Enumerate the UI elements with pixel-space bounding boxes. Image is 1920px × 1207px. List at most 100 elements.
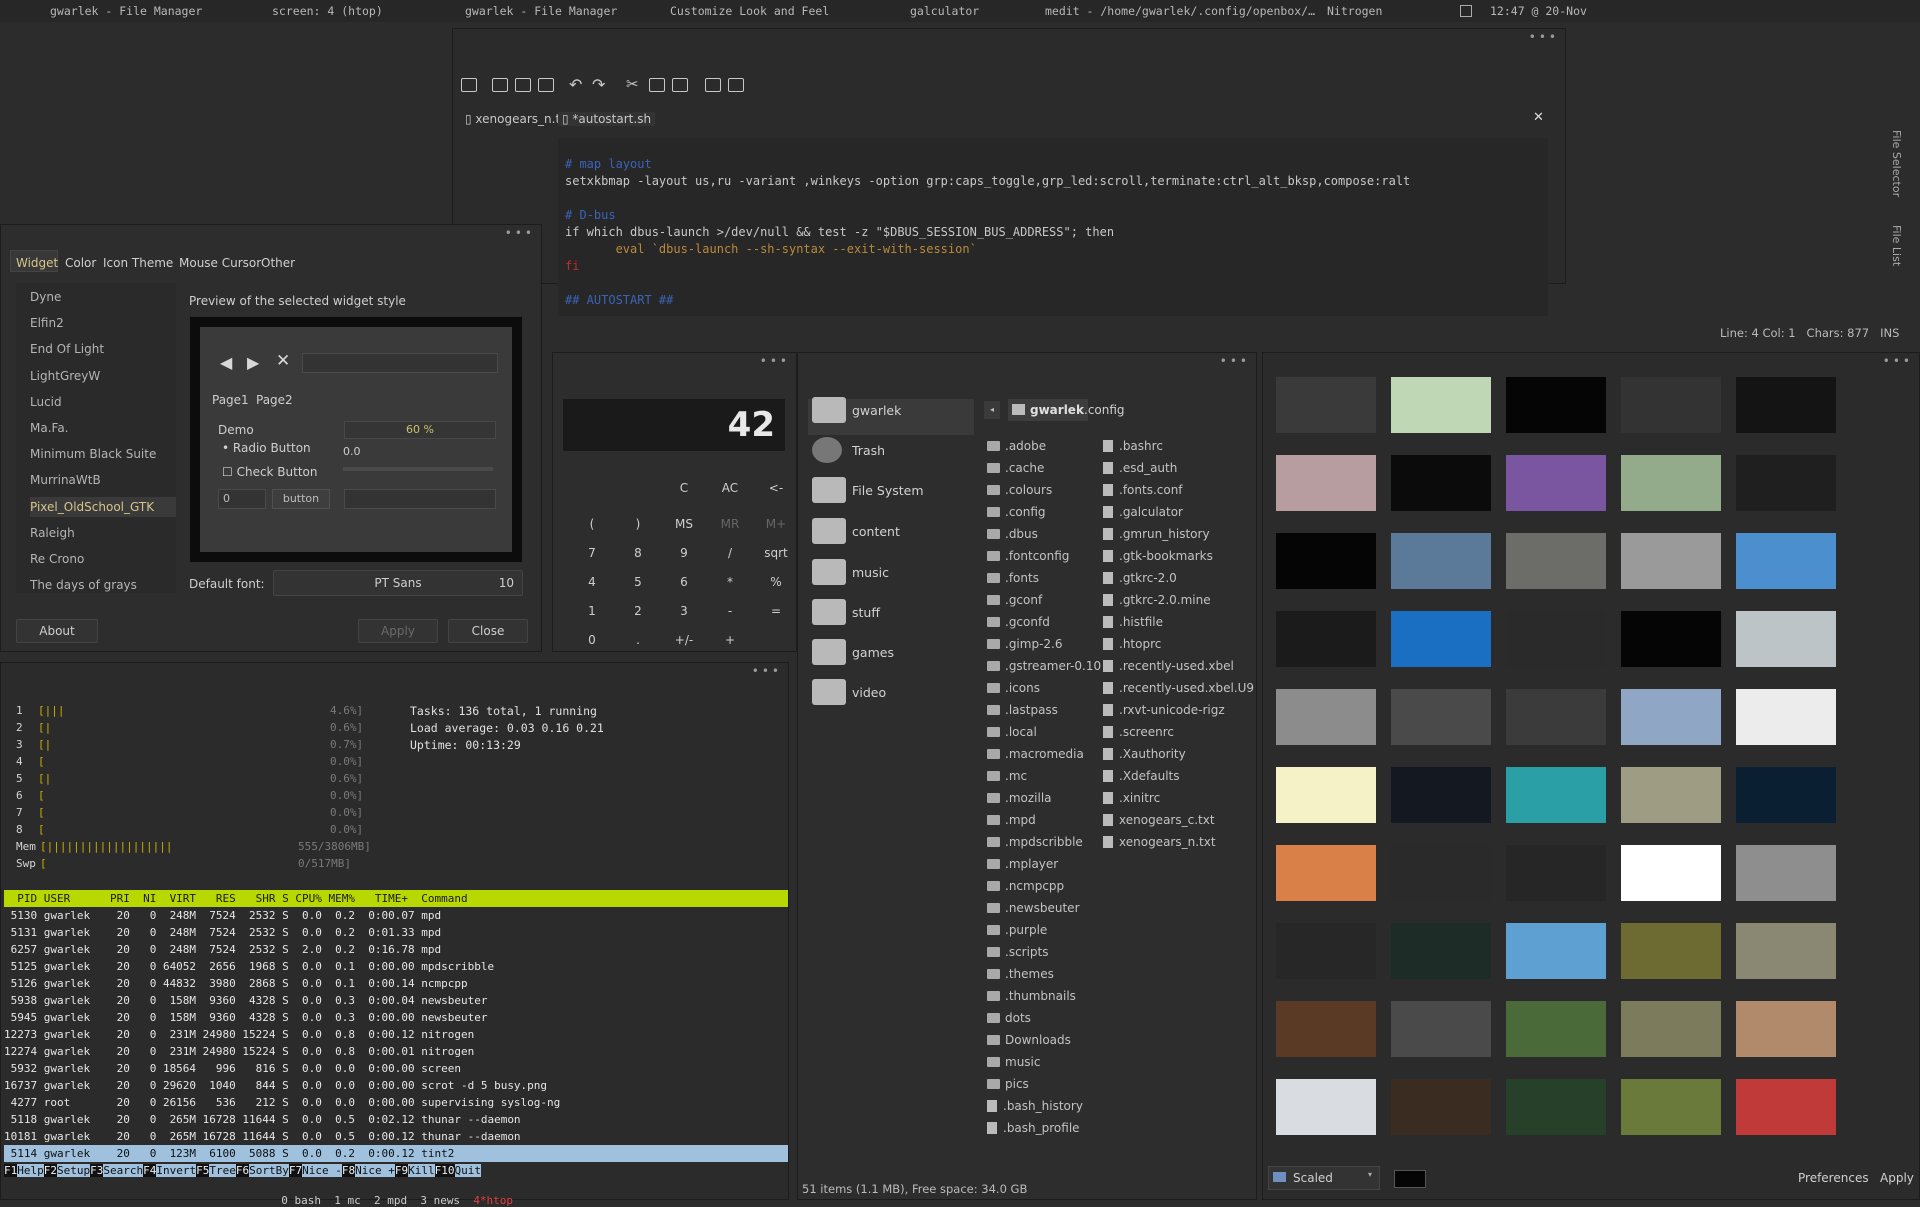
calc-key[interactable]: +/- [665,629,703,651]
wallpaper-thumbnail[interactable] [1276,377,1376,433]
process-row[interactable]: 4277 root 20 0 26156 536 212 S 0.0 0.0 0… [4,1094,788,1111]
fkey-number[interactable]: F2 [43,1164,57,1177]
file-item[interactable]: .thumbnails [987,989,1076,1003]
save-as-icon[interactable] [538,78,554,92]
calc-key[interactable]: / [711,542,749,564]
file-item[interactable]: Downloads [987,1033,1071,1047]
wallpaper-thumbnail[interactable] [1736,377,1836,433]
calc-key[interactable]: sqrt [757,542,795,564]
file-item[interactable]: .recently-used.xbel.U9 [1103,681,1254,695]
find-icon[interactable] [705,78,721,92]
calc-key[interactable]: AC [711,477,749,499]
fkey-label[interactable]: Tree [209,1164,236,1177]
fkey-number[interactable]: F7 [288,1164,303,1177]
file-item[interactable]: .htoprc [1103,637,1161,651]
calc-key[interactable]: 2 [619,600,657,622]
wallpaper-thumbnail[interactable] [1391,1001,1491,1057]
place-item[interactable]: video [852,685,886,700]
copy-icon[interactable] [649,78,665,92]
font-picker-button[interactable]: PT Sans 10 [273,570,523,596]
fkey-number[interactable]: F5 [196,1164,210,1177]
side-tab-file-list[interactable]: File List [1890,225,1903,266]
fkey-number[interactable]: F10 [434,1164,455,1177]
wallpaper-thumbnail[interactable] [1391,923,1491,979]
file-item[interactable]: .Xdefaults [1103,769,1180,783]
process-row[interactable]: 12273 gwarlek 20 0 231M 24980 15224 S 0.… [4,1026,788,1043]
theme-item[interactable]: Elfin2 [30,316,64,330]
side-tab-file-selector[interactable]: File Selector [1890,130,1903,197]
wallpaper-thumbnail[interactable] [1621,767,1721,823]
process-row[interactable]: 5945 gwarlek 20 0 158M 9360 4328 S 0.0 0… [4,1009,788,1026]
wallpaper-thumbnail[interactable] [1736,845,1836,901]
process-row[interactable]: 16737 gwarlek 20 0 29620 1040 844 S 0.0 … [4,1077,788,1094]
task-item[interactable]: Nitrogen [1327,4,1382,18]
calc-key[interactable]: 8 [619,542,657,564]
file-item[interactable]: pics [987,1077,1029,1091]
file-item[interactable]: .mpd [987,813,1036,827]
apply-wallpaper-button[interactable]: Apply [1880,1171,1914,1185]
wallpaper-thumbnail[interactable] [1621,1001,1721,1057]
fkey-label[interactable]: Invert [156,1164,197,1177]
tab-other[interactable]: Other [261,256,295,270]
file-item[interactable]: .screenrc [1103,725,1174,739]
place-item[interactable]: games [852,645,894,660]
theme-item[interactable]: MurrinaWtB [30,473,101,487]
file-item[interactable]: .local [987,725,1037,739]
preferences-button[interactable]: Preferences [1798,1171,1869,1185]
place-item[interactable]: music [852,565,889,580]
file-item[interactable]: .ncmpcpp [987,879,1064,893]
wallpaper-thumbnail[interactable] [1276,1079,1376,1135]
path-button-config[interactable]: .config [1084,403,1125,417]
file-item[interactable]: .histfile [1103,615,1163,629]
calc-key[interactable]: = [757,600,795,622]
fkey-number[interactable]: F6 [235,1164,250,1177]
fkey-label[interactable]: Search [103,1164,144,1177]
file-item[interactable]: .fonts.conf [1103,483,1183,497]
process-row[interactable]: 5118 gwarlek 20 0 265M 16728 11644 S 0.0… [4,1111,788,1128]
wallpaper-thumbnail[interactable] [1391,767,1491,823]
tab-color[interactable]: Color [65,256,96,270]
file-item[interactable]: .xinitrc [1103,791,1160,805]
process-row[interactable]: 10181 gwarlek 20 0 265M 16728 11644 S 0.… [4,1128,788,1145]
wallpaper-thumbnail[interactable] [1621,845,1721,901]
wallpaper-thumbnail[interactable] [1391,611,1491,667]
file-item[interactable]: .recently-used.xbel [1103,659,1234,673]
cut-icon[interactable]: ✂ [626,75,639,93]
calc-key[interactable]: - [711,600,749,622]
file-item[interactable]: .gtk-bookmarks [1103,549,1213,563]
fkey-label[interactable]: Nice + [355,1164,395,1177]
wallpaper-thumbnail[interactable] [1506,923,1606,979]
file-item[interactable]: .mpdscribble [987,835,1083,849]
window-menu-dots[interactable]: ••• [1529,30,1559,44]
about-button[interactable]: About [16,619,98,643]
wallpaper-thumbnail[interactable] [1506,611,1606,667]
wallpaper-thumbnail[interactable] [1621,1079,1721,1135]
file-item[interactable]: .bashrc [1103,439,1163,453]
wallpaper-thumbnail[interactable] [1621,455,1721,511]
forward-arrow-icon[interactable]: ▶ [247,353,259,372]
wallpaper-thumbnail[interactable] [1736,611,1836,667]
preview-button[interactable]: button [272,489,330,509]
file-item[interactable]: .gconfd [987,615,1050,629]
file-item[interactable]: .icons [987,681,1040,695]
calc-key[interactable]: M+ [757,513,795,535]
file-item[interactable]: .gmrun_history [1103,527,1210,541]
background-color-button[interactable] [1394,1170,1426,1188]
process-row[interactable]: 5938 gwarlek 20 0 158M 9360 4328 S 0.0 0… [4,992,788,1009]
process-table-header[interactable]: PID USER PRI NI VIRT RES SHR S CPU% MEM%… [4,890,788,907]
file-item[interactable]: .themes [987,967,1054,981]
wallpaper-thumbnail[interactable] [1506,1079,1606,1135]
preview-combo[interactable] [344,489,496,509]
wallpaper-thumbnail[interactable] [1621,377,1721,433]
file-item[interactable]: .macromedia [987,747,1084,761]
calc-key[interactable]: 0 [573,629,611,651]
paste-icon[interactable] [672,78,688,92]
task-item[interactable]: Customize Look and Feel [670,4,829,18]
calc-key[interactable]: MS [665,513,703,535]
preview-radio[interactable]: • Radio Button [222,441,311,455]
wallpaper-thumbnail[interactable] [1276,611,1376,667]
calc-key[interactable]: % [757,571,795,593]
task-item[interactable]: gwarlek - File Manager [50,4,202,18]
preview-check[interactable]: ☐ Check Button [222,465,318,479]
wallpaper-thumbnail[interactable] [1621,533,1721,589]
